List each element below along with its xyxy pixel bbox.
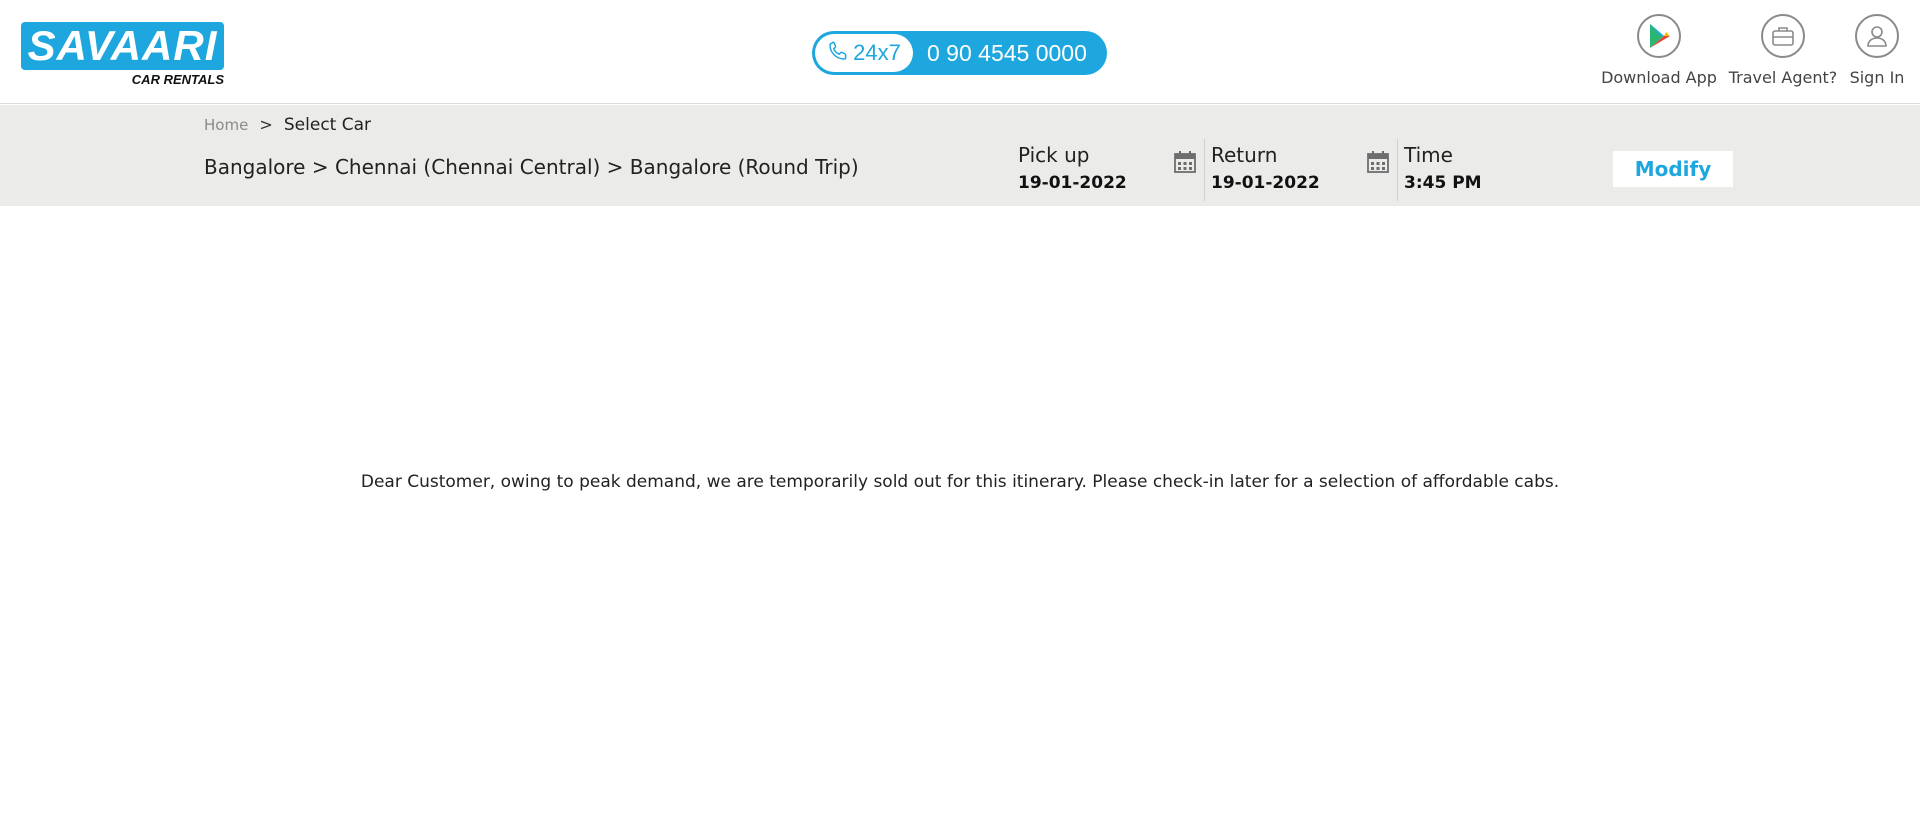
phone-icon xyxy=(827,40,849,66)
time-value: 3:45 PM xyxy=(1404,173,1482,193)
trip-route: Bangalore > Chennai (Chennai Central) > … xyxy=(204,155,859,179)
return-field[interactable]: Return 19-01-2022 xyxy=(1211,143,1320,193)
calendar-icon[interactable] xyxy=(1366,150,1390,174)
site-header: SAVAARI CAR RENTALS 24x7 0 90 4545 0000 … xyxy=(0,0,1920,104)
pickup-date: 19-01-2022 xyxy=(1018,173,1127,193)
calendar-icon[interactable] xyxy=(1173,150,1197,174)
breadcrumb-separator: > xyxy=(259,115,273,134)
breadcrumb-home-link[interactable]: Home xyxy=(204,116,248,134)
play-store-icon xyxy=(1637,14,1681,58)
sign-in-label: Sign In xyxy=(1849,68,1905,87)
briefcase-icon xyxy=(1761,14,1805,58)
time-label: Time xyxy=(1404,143,1453,167)
travel-agent-link[interactable]: Travel Agent? xyxy=(1728,14,1838,87)
pickup-field[interactable]: Pick up 19-01-2022 xyxy=(1018,143,1127,193)
breadcrumb: Home > Select Car xyxy=(204,115,371,135)
download-app-link[interactable]: Download App xyxy=(1599,14,1719,87)
sign-in-link[interactable]: Sign In xyxy=(1846,14,1908,87)
time-field[interactable]: Time 3:45 PM xyxy=(1404,143,1482,193)
support-phone-pill[interactable]: 24x7 0 90 4545 0000 xyxy=(812,31,1107,75)
support-hours-badge: 24x7 xyxy=(815,34,913,72)
savaari-logo[interactable]: SAVAARI CAR RENTALS xyxy=(21,22,224,88)
travel-agent-label: Travel Agent? xyxy=(1728,68,1838,87)
download-app-label: Download App xyxy=(1601,68,1717,87)
trip-summary-bar: Home > Select Car Bangalore > Chennai (C… xyxy=(0,105,1920,206)
field-divider xyxy=(1397,139,1398,201)
field-divider xyxy=(1204,139,1205,201)
breadcrumb-current: Select Car xyxy=(283,115,372,135)
user-icon xyxy=(1855,14,1899,58)
logo-tagline: CAR RENTALS xyxy=(131,72,224,87)
return-date: 19-01-2022 xyxy=(1211,173,1320,193)
sold-out-message: Dear Customer, owing to peak demand, we … xyxy=(360,472,1560,492)
return-label: Return xyxy=(1211,143,1278,167)
pickup-label: Pick up xyxy=(1018,143,1090,167)
support-hours-label: 24x7 xyxy=(853,40,901,65)
logo-wordmark: SAVAARI xyxy=(21,22,224,70)
modify-button[interactable]: Modify xyxy=(1613,151,1733,187)
support-phone-number[interactable]: 0 90 4545 0000 xyxy=(927,31,1087,75)
